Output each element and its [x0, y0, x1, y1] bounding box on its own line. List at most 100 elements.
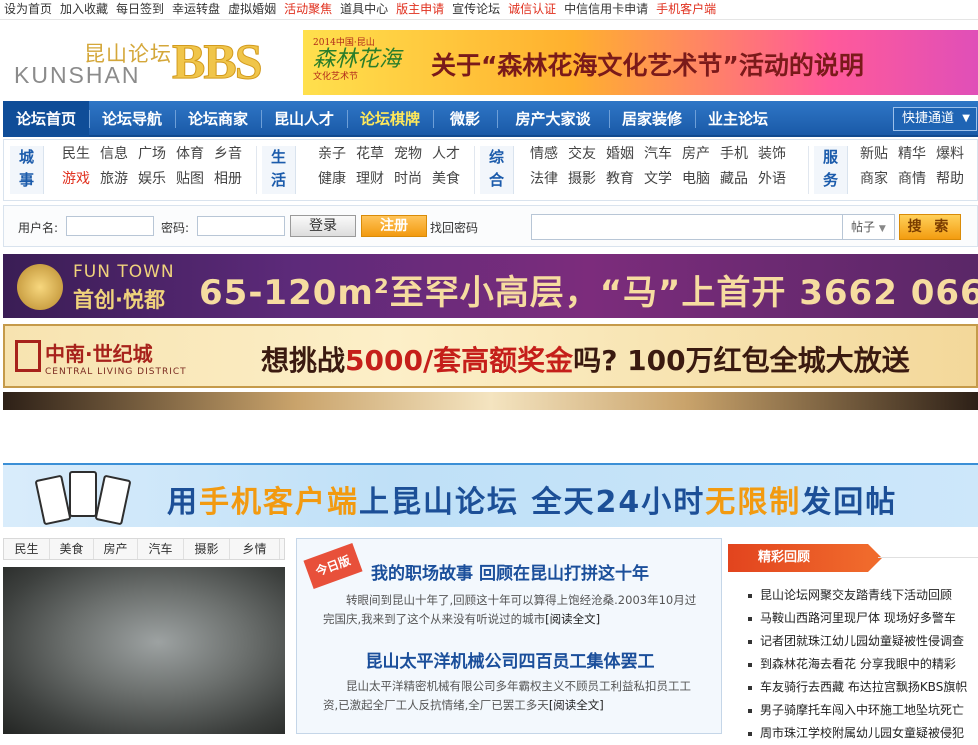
search-type-select[interactable]: 帖子 ▼ [843, 214, 895, 240]
category-row: 亲子 花草 宠物 人才 [318, 142, 470, 167]
category-link[interactable]: 时尚 [394, 167, 422, 192]
nav-item[interactable]: 论坛首页 [3, 101, 89, 137]
photo-tab[interactable]: 民生 [4, 539, 50, 559]
category-link[interactable]: 商家 [860, 167, 888, 192]
category-link[interactable]: 广场 [138, 142, 166, 167]
highlight-item[interactable]: 马鞍山西路河里现尸体 现场好多警车 [748, 607, 978, 630]
site-logo[interactable]: 昆山论坛 KUNSHAN BBS [12, 33, 277, 90]
category-link[interactable]: 民生 [62, 142, 90, 167]
category-link[interactable]: 婚姻 [606, 142, 634, 167]
category-link[interactable]: 商情 [898, 167, 926, 192]
category-link[interactable]: 体育 [176, 142, 204, 167]
search-input[interactable] [531, 214, 843, 240]
category-link[interactable]: 人才 [432, 142, 460, 167]
photo-tab[interactable]: 乡情 [230, 539, 280, 559]
category-link[interactable]: 情感 [530, 142, 558, 167]
category-link[interactable]: 相册 [214, 167, 242, 192]
search-button[interactable]: 搜 索 [899, 214, 961, 240]
category-link[interactable]: 健康 [318, 167, 346, 192]
mobile-ad-text-e: 发回帖 [801, 485, 898, 520]
category-heading-char: 服 [822, 148, 838, 166]
top-link[interactable]: 版主申请 [396, 0, 444, 18]
category-link[interactable]: 花草 [356, 142, 384, 167]
photo-tab[interactable]: 摄影 [184, 539, 230, 559]
highlight-item[interactable]: 记者团就珠江幼儿园幼童疑被性侵调查 [748, 630, 978, 653]
top-link[interactable]: 诚信认证 [508, 0, 556, 18]
nav-item[interactable]: 业主论坛 [695, 101, 781, 137]
mobile-client-ad-banner[interactable]: 用手机客户端上昆山论坛 全天24小时无限制发回帖 [3, 463, 978, 527]
category-link[interactable]: 乡音 [214, 142, 242, 167]
category-link[interactable]: 信息 [100, 142, 128, 167]
category-link[interactable]: 电脑 [682, 167, 710, 192]
category-link[interactable]: 旅游 [100, 167, 128, 192]
main-nav: 业主论坛 居家装修 房产大家谈 微影 论坛棋牌 昆山人才 论坛商家 论坛导航 论坛首页 快捷通道… [3, 101, 978, 137]
article-title[interactable]: 昆山太平洋机械公司四百员工集体罢工 [297, 647, 723, 672]
top-link[interactable]: 道具中心 [340, 0, 388, 18]
partial-ad-strip[interactable] [3, 392, 978, 410]
category-link[interactable]: 精华 [898, 142, 926, 167]
nav-item[interactable]: 居家装修 [609, 101, 695, 137]
category-link[interactable]: 娱乐 [138, 167, 166, 192]
highlight-item[interactable]: 到森林花海去看花 分享我眼中的精彩 [748, 653, 978, 676]
category-link[interactable]: 文学 [644, 167, 672, 192]
top-link[interactable]: 宣传论坛 [452, 0, 500, 18]
category-panel: 城事民生 信息 广场 体育 乡音 游戏 旅游 娱乐 贴图 相册生活亲子 花草 宠物 人才 健康 理财 时尚 美食… [3, 139, 978, 201]
featured-photo[interactable] [3, 567, 285, 734]
nav-item[interactable]: 论坛棋牌 [347, 101, 433, 137]
top-link[interactable]: 设为首页 [4, 0, 52, 18]
mobile-ad-text-highlight: 手机客户端 [199, 485, 359, 520]
article-title[interactable]: 我的职场故事 回顾在昆山打拼这十年 [297, 559, 723, 584]
category-link[interactable]: 美食 [432, 167, 460, 192]
top-link[interactable]: 中信信用卡申请 [564, 0, 648, 18]
nav-item[interactable]: 论坛商家 [175, 101, 261, 137]
top-link[interactable]: 幸运转盘 [172, 0, 220, 18]
category-link[interactable]: 外语 [758, 167, 786, 192]
top-link[interactable]: 虚拟婚姻 [228, 0, 276, 18]
read-more-link[interactable]: [阅读全文] [545, 612, 600, 626]
category-link[interactable]: 理财 [356, 167, 384, 192]
login-search-bar: 用户名: 密码: 登录 注册 找回密码 帖子 ▼ 搜 索 [3, 205, 978, 247]
top-link[interactable]: 活动聚焦 [284, 0, 332, 18]
category-link[interactable]: 交友 [568, 142, 596, 167]
login-button[interactable]: 登录 [290, 215, 356, 237]
read-more-link[interactable]: [阅读全文] [549, 698, 604, 712]
nav-item[interactable]: 微影 [433, 101, 497, 137]
nav-item[interactable]: 论坛导航 [89, 101, 175, 137]
top-link[interactable]: 每日签到 [116, 0, 164, 18]
photo-tab[interactable]: 美食 [50, 539, 94, 559]
photo-tab[interactable]: 房产 [94, 539, 138, 559]
category-link[interactable]: 摄影 [568, 167, 596, 192]
festival-ad-banner[interactable]: 2014中国·昆山 森林花海 文化艺术节 关于“森林花海文化艺术节”活动的说明 [303, 30, 978, 95]
nav-item[interactable]: 房产大家谈 [497, 101, 609, 137]
password-input[interactable] [197, 216, 285, 236]
category-link[interactable]: 爆料 [936, 142, 964, 167]
register-button[interactable]: 注册 [361, 215, 427, 237]
top-link[interactable]: 加入收藏 [60, 0, 108, 18]
highlight-item[interactable]: 车友骑行去西藏 布达拉宫飘扬KBS旗帜 [748, 676, 978, 699]
highlight-item[interactable]: 男子骑摩托车闯入中环施工地坠坑死亡 [748, 699, 978, 722]
funtown-ad-banner[interactable]: FUN TOWN 首创·悦都 65-120m²至罕小高层，“马”上首开 3662… [3, 254, 978, 318]
category-link[interactable]: 贴图 [176, 167, 204, 192]
category-link[interactable]: 新贴 [860, 142, 888, 167]
category-link[interactable]: 装饰 [758, 142, 786, 167]
category-link[interactable]: 法律 [530, 167, 558, 192]
category-link[interactable]: 教育 [606, 167, 634, 192]
zhongnan-ad-text-a: 想挑战 [261, 344, 346, 377]
article-summary: 转眼间到昆山十年了,回顾这十年可以算得上饱经沧桑.2003年10月过完国庆,我来… [323, 591, 697, 629]
nav-item[interactable]: 昆山人才 [261, 101, 347, 137]
zhongnan-ad-banner[interactable]: 中南·世纪城 CENTRAL LIVING DISTRICT 想挑战5000/套… [3, 324, 978, 388]
category-link[interactable]: 房产 [682, 142, 710, 167]
highlight-item[interactable]: 昆山论坛网聚交友踏青线下活动回顾 [748, 584, 978, 607]
category-link[interactable]: 藏品 [720, 167, 748, 192]
find-password-link[interactable]: 找回密码 [430, 219, 478, 236]
category-link[interactable]: 宠物 [394, 142, 422, 167]
category-link[interactable]: 手机 [720, 142, 748, 167]
photo-tab[interactable]: 汽车 [138, 539, 184, 559]
quick-access-dropdown[interactable]: 快捷通道 ▼ [893, 107, 977, 131]
category-link[interactable]: 汽车 [644, 142, 672, 167]
top-link[interactable]: 手机客户端 [656, 0, 716, 18]
username-input[interactable] [66, 216, 154, 236]
category-link[interactable]: 帮助 [936, 167, 964, 192]
category-link[interactable]: 游戏 [62, 167, 90, 192]
category-link[interactable]: 亲子 [318, 142, 346, 167]
